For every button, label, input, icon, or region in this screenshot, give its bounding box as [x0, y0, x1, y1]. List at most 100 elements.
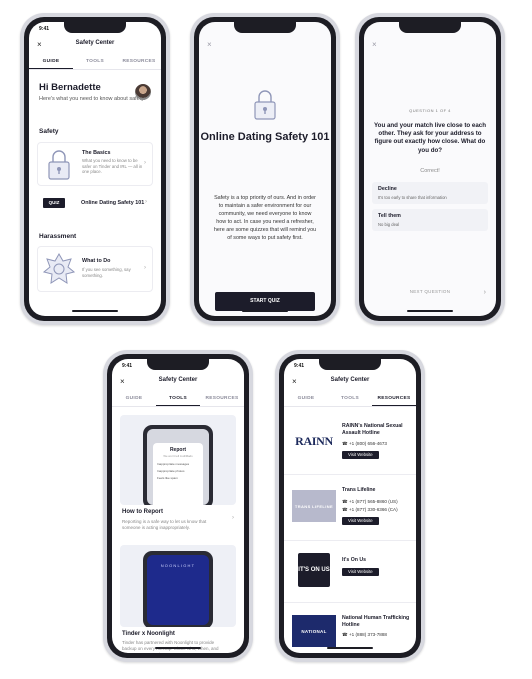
report-sheet: Report We won't tell Judi/Mads Inappropr… [153, 443, 203, 505]
tab-guide[interactable]: GUIDE [112, 393, 156, 406]
home-indicator [327, 647, 373, 649]
how-to-report-desc: Reporting is a safe way to let us know t… [122, 519, 207, 530]
resources-screen: 9:41 × Safety Center GUIDE TOOLS RESOURC… [284, 359, 416, 653]
home-indicator [407, 310, 453, 312]
report-option-1: Inappropriate messages [157, 462, 190, 466]
greeting-title: Hi Bernadette [39, 82, 101, 93]
quiz-intro-body: Safety is a top priority of ours. And in… [213, 195, 317, 241]
chevron-right-icon: › [145, 199, 147, 205]
tab-guide[interactable]: GUIDE [29, 56, 73, 69]
quiz-card[interactable]: QUIZ Online Dating Safety 101 › [37, 192, 153, 214]
report-sheet-subtitle: We won't tell Judi/Mads [163, 454, 193, 458]
lock-icon [254, 90, 276, 120]
visit-website-button[interactable]: Visit Website [342, 451, 379, 459]
chevron-right-icon: › [144, 265, 146, 271]
quiz-intro-screen: × Online Dating Safety 101 Safety is a t… [199, 22, 331, 316]
phone-quiz-question: × QUESTION 1 OF 4 You and your match liv… [355, 13, 505, 325]
header-title: Safety Center [330, 377, 370, 383]
noonlight-mock-phone: NOONLIGHT [143, 551, 213, 627]
phone-number: +1 (888) 373-7888 [349, 632, 387, 637]
alert-burst-icon [43, 252, 75, 284]
resource-phone[interactable]: ☎ +1 (800) 656-4673 [342, 441, 387, 447]
report-sheet-title: Report [169, 447, 187, 453]
quiz-title: Online Dating Safety 101 [81, 200, 145, 206]
phone-guide: 9:41 × Safety Center GUIDE TOOLS RESOURC… [20, 13, 170, 325]
question-counter: QUESTION 1 OF 4 [409, 108, 451, 113]
chevron-right-icon[interactable]: › [484, 289, 486, 296]
close-icon[interactable]: × [207, 40, 212, 49]
start-quiz-button[interactable]: START QUIZ [215, 292, 315, 311]
home-indicator [155, 647, 201, 649]
option-title: Decline [378, 186, 397, 192]
resource-phone[interactable]: ☎ +1 (888) 373-7888 [342, 632, 387, 638]
resource-name: It's On Us [342, 557, 367, 563]
option-desc: It's too early to share that information [378, 195, 447, 200]
option-desc: No big deal [378, 222, 400, 227]
report-mock-screen: Report We won't tell Judi/Mads Inappropr… [147, 429, 209, 505]
visit-website-button[interactable]: Visit Website [342, 517, 379, 525]
what-to-do-card[interactable]: What to Do If you see something, say som… [37, 246, 153, 292]
tab-resources[interactable]: RESOURCES [200, 393, 244, 406]
tab-bar: GUIDE TOOLS RESOURCES [29, 56, 161, 70]
visit-website-button[interactable]: Visit Website [342, 568, 379, 576]
phone-number: +1 (877) 565-8860 (US) [349, 499, 398, 504]
resource-trans-lifeline: TRANS LIFELINE Trans Lifeline ☎ +1 (877)… [284, 475, 416, 541]
report-option-3: Feels like spam [157, 476, 178, 480]
answer-option-tell-them[interactable]: Tell them No big deal [372, 209, 488, 231]
basics-card[interactable]: The Basics What you need to know to be s… [37, 142, 153, 186]
human-trafficking-logo: NATIONAL [292, 615, 336, 647]
tab-resources[interactable]: RESOURCES [117, 56, 161, 69]
rainn-logo: RAINN [295, 433, 333, 448]
quiz-intro-title: Online Dating Safety 101 [200, 131, 330, 143]
greeting-block: Hi Bernadette Here's what you need to kn… [39, 82, 147, 103]
noonlight-logo: NOONLIGHT [160, 563, 196, 568]
section-safety: Safety [39, 128, 59, 135]
home-indicator [242, 310, 288, 312]
chevron-right-icon: › [144, 160, 146, 166]
tab-tools[interactable]: TOOLS [156, 393, 200, 406]
phone-quiz-intro: × Online Dating Safety 101 Safety is a t… [190, 13, 340, 325]
chevron-right-icon[interactable]: › [232, 515, 234, 521]
greeting-subtitle: Here's what you need to know about safet… [39, 96, 146, 102]
resource-name: National Human Trafficking Hotline [342, 615, 410, 628]
home-indicator [72, 310, 118, 312]
notch [399, 22, 461, 33]
noonlight-preview: NOONLIGHT [120, 545, 236, 627]
tools-screen: 9:41 × Safety Center GUIDE TOOLS RESOURC… [112, 359, 244, 653]
trans-lifeline-logo: TRANS LIFELINE [292, 490, 336, 522]
next-question-button[interactable]: NEXT QUESTION [364, 289, 496, 294]
tab-resources[interactable]: RESOURCES [372, 393, 416, 406]
tab-tools[interactable]: TOOLS [328, 393, 372, 406]
correct-label: Correct! [420, 168, 440, 174]
lock-icon [48, 150, 70, 180]
what-to-do-desc: If you see something, say something. [82, 267, 131, 278]
noonlight-title: Tinder x Noonlight [122, 631, 175, 637]
close-icon[interactable]: × [372, 40, 377, 49]
status-time: 9:41 [39, 26, 50, 32]
quiz-chip: QUIZ [43, 198, 65, 208]
report-option-2: Inappropriate photos [157, 469, 185, 473]
status-time: 9:41 [294, 363, 305, 369]
resource-rainn: RAINN RAINN's National Sexual Assault Ho… [284, 409, 416, 475]
report-mock-phone: Report We won't tell Judi/Mads Inappropr… [143, 425, 213, 505]
basics-title: The Basics [82, 150, 111, 156]
notch [319, 359, 381, 370]
resource-phone[interactable]: ☎ +1 (877) 565-8860 (US) [342, 499, 398, 505]
notch [234, 22, 296, 33]
resource-its-on-us: IT'S ON US It's On Us Visit Website [284, 541, 416, 603]
report-preview: Report We won't tell Judi/Mads Inappropr… [120, 415, 236, 505]
resource-phone[interactable]: ☎ +1 (877) 330-6366 (CA) [342, 507, 398, 513]
answer-option-decline[interactable]: Decline It's too early to share that inf… [372, 182, 488, 204]
its-on-us-logo: IT'S ON US [298, 553, 330, 587]
tab-guide[interactable]: GUIDE [284, 393, 328, 406]
header-title: Safety Center [158, 377, 198, 383]
resource-human-trafficking: NATIONAL National Human Trafficking Hotl… [284, 603, 416, 653]
question-text: You and your match live close to each ot… [374, 122, 486, 154]
notch [64, 22, 126, 33]
header-title: Safety Center [75, 40, 115, 46]
section-harassment: Harassment [39, 233, 77, 240]
tab-tools[interactable]: TOOLS [73, 56, 117, 69]
avatar[interactable] [135, 84, 151, 100]
status-time: 9:41 [122, 363, 133, 369]
guide-screen: 9:41 × Safety Center GUIDE TOOLS RESOURC… [29, 22, 161, 316]
